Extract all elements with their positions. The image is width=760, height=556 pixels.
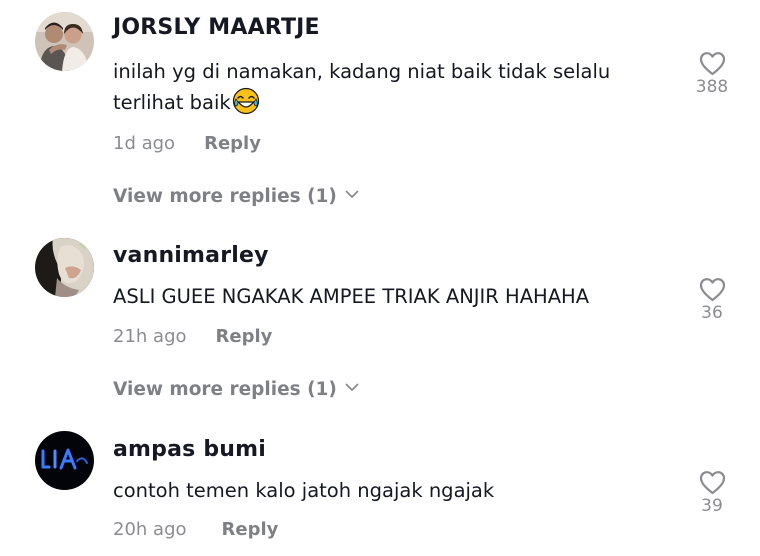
like-count: 36 — [701, 303, 723, 323]
like-button[interactable]: 388 — [692, 51, 732, 97]
chevron-down-icon — [345, 190, 359, 199]
avatar[interactable] — [35, 238, 94, 297]
heart-outline-icon[interactable] — [699, 51, 726, 76]
username[interactable]: JORSLY MAARTJE — [113, 15, 320, 40]
comment-text-content: inilah yg di namakan, kadang niat baik t… — [113, 60, 611, 114]
comment-meta: 20h ago Reply — [113, 519, 278, 540]
face-with-tears-of-joy-emoji — [232, 87, 260, 115]
avatar-photo — [35, 12, 94, 71]
username[interactable]: ampas bumi — [113, 437, 266, 462]
chevron-down-icon — [345, 383, 359, 392]
view-more-replies-button[interactable]: View more replies (1) — [113, 379, 359, 400]
avatar[interactable] — [35, 12, 94, 71]
username[interactable]: vannimarley — [113, 243, 269, 268]
avatar-photo — [35, 431, 94, 490]
avatar[interactable] — [35, 431, 94, 490]
comment-timestamp: 21h ago — [113, 326, 187, 347]
view-more-replies-label: View more replies (1) — [113, 379, 337, 400]
comment-text: inilah yg di namakan, kadang niat baik t… — [113, 56, 673, 118]
avatar-photo — [35, 238, 94, 297]
comment-meta: 1d ago Reply — [113, 133, 261, 154]
like-button[interactable]: 39 — [692, 470, 732, 516]
reply-button[interactable]: Reply — [216, 326, 273, 347]
comment-timestamp: 1d ago — [113, 133, 176, 154]
comment-timestamp: 20h ago — [113, 519, 187, 540]
comment-meta: 21h ago Reply — [113, 326, 272, 347]
reply-button[interactable]: Reply — [222, 519, 279, 540]
like-count: 388 — [695, 77, 729, 97]
comment-text: contoh temen kalo jatoh ngajak ngajak — [113, 479, 495, 502]
comment-text: ASLI GUEE NGAKAK AMPEE TRIAK ANJIR HAHAH… — [113, 285, 590, 308]
view-more-replies-button[interactable]: View more replies (1) — [113, 186, 359, 207]
like-count: 39 — [701, 496, 723, 516]
like-button[interactable]: 36 — [692, 277, 732, 323]
reply-button[interactable]: Reply — [204, 133, 261, 154]
heart-outline-icon[interactable] — [699, 277, 726, 302]
view-more-replies-label: View more replies (1) — [113, 186, 337, 207]
heart-outline-icon[interactable] — [699, 470, 726, 495]
